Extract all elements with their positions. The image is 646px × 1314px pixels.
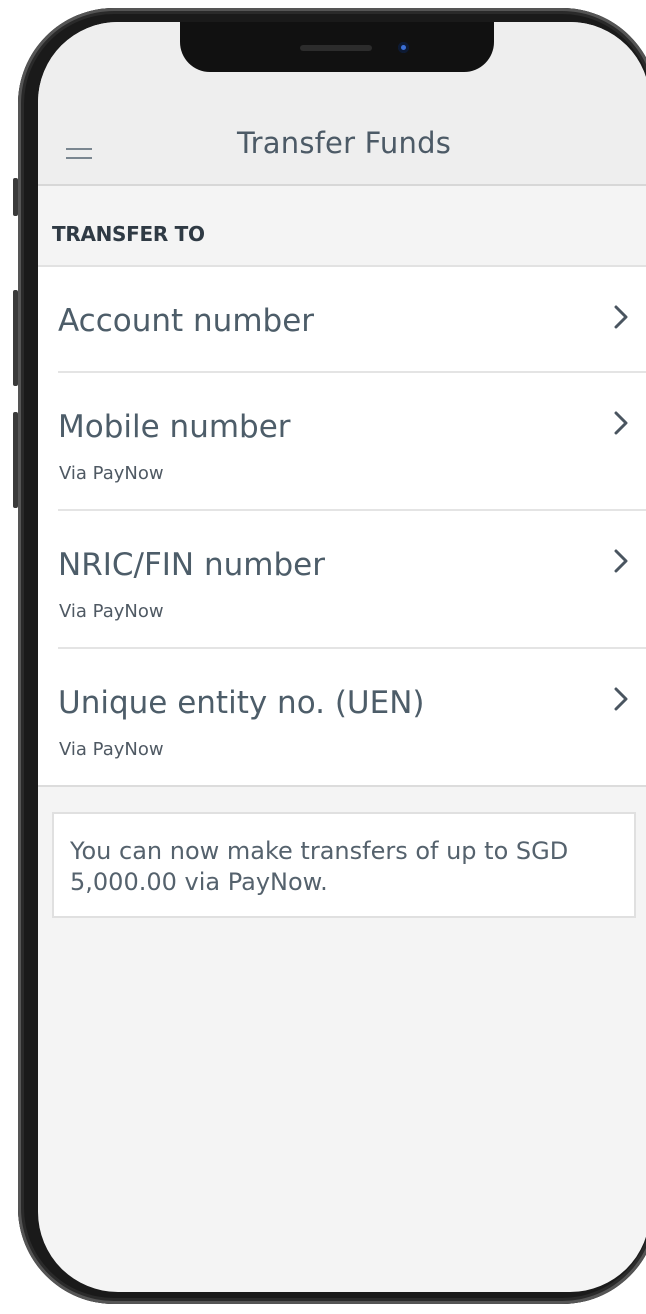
side-button-volume-up (13, 290, 18, 386)
front-camera-icon (398, 42, 409, 53)
option-label: Unique entity no. (UEN) (58, 685, 425, 721)
option-sublabel: Via PayNow (59, 739, 164, 760)
side-button-volume-down (13, 412, 18, 508)
chevron-right-icon (614, 411, 628, 435)
chevron-right-icon (614, 305, 628, 329)
paynow-limit-notice: You can now make transfers of up to SGD … (52, 812, 636, 918)
option-sublabel: Via PayNow (59, 463, 164, 484)
option-nric-fin-number[interactable]: NRIC/FIN number Via PayNow (58, 511, 646, 649)
option-label: NRIC/FIN number (58, 547, 325, 583)
transfer-options-list: Account number Mobile number Via PayNow … (38, 265, 646, 787)
phone-screen: Transfer Funds TRANSFER TO Account numbe… (38, 22, 646, 1292)
option-sublabel: Via PayNow (59, 601, 164, 622)
side-button-silent (13, 178, 18, 216)
option-label: Mobile number (58, 409, 291, 445)
option-label: Account number (58, 303, 315, 339)
chevron-right-icon (614, 549, 628, 573)
section-label-transfer-to: TRANSFER TO (52, 222, 205, 246)
page-title: Transfer Funds (237, 126, 451, 160)
notch (180, 22, 494, 72)
option-uen[interactable]: Unique entity no. (UEN) Via PayNow (58, 649, 646, 785)
option-mobile-number[interactable]: Mobile number Via PayNow (58, 373, 646, 511)
chevron-right-icon (614, 687, 628, 711)
option-account-number[interactable]: Account number (58, 267, 646, 373)
speaker-grille (300, 45, 372, 51)
